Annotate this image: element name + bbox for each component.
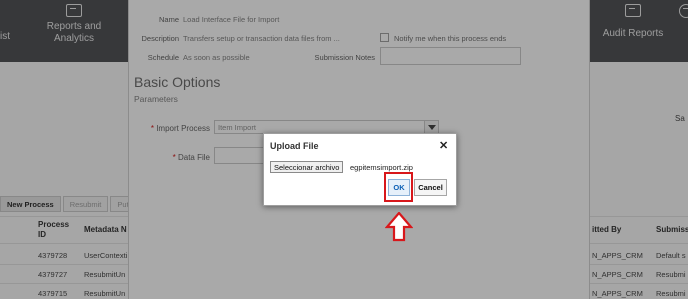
cancel-button[interactable]: Cancel [414, 179, 447, 196]
upload-file-dialog: Upload File ✕ Seleccionar archivo egpite… [263, 133, 457, 206]
close-icon[interactable]: ✕ [439, 139, 448, 152]
up-arrow-annotation-icon [385, 212, 413, 242]
dialog-title: Upload File [270, 141, 319, 151]
highlight-box [384, 172, 413, 202]
selected-file-name: egpitemsimport.zip [350, 163, 413, 172]
choose-file-button[interactable]: Seleccionar archivo [270, 161, 344, 173]
